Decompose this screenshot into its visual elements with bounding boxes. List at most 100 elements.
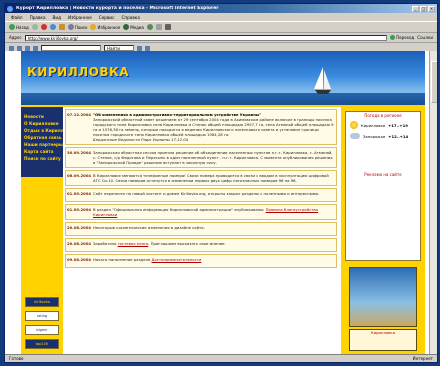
stop-icon [40, 24, 47, 30]
nav-feedback[interactable]: Обратная связь [24, 134, 62, 141]
menu-tools[interactable]: Сервис [99, 15, 115, 20]
home-button[interactable] [58, 24, 65, 30]
right-column: Погода в регионе Кирилловка +17..+19 Зап… [341, 107, 425, 356]
scrollbar-thumb[interactable] [431, 61, 437, 103]
counter-button-4[interactable]: top100 [25, 339, 59, 349]
address-label: Адрес [9, 35, 22, 40]
weather-row: Кирилловка +17..+19 [346, 119, 420, 131]
news-text: В Кирилловке меняются телефонные номера!… [93, 173, 329, 183]
toolbar-icon-1[interactable] [17, 45, 22, 51]
left-column: Новости О Кирилловке Отдых в Кирилловке … [21, 107, 75, 356]
news-text-tail: . Приглашаем высказать свое мнение. [148, 241, 226, 246]
counter-button-2[interactable]: rating [25, 311, 59, 321]
vertical-scrollbar[interactable] [429, 51, 437, 356]
ie-icon [7, 5, 13, 12]
news-date: 30.09.2004 [67, 150, 92, 155]
cloud-icon [350, 133, 360, 139]
counter-buttons: kirillovka rating bigmir top100 [25, 297, 59, 349]
mail-button[interactable] [155, 24, 162, 30]
menu-help[interactable]: Справка [121, 15, 139, 20]
nav-news[interactable]: Новости [24, 113, 60, 120]
news-date: 01.09.2004 [67, 207, 92, 212]
refresh-button[interactable] [49, 24, 56, 30]
status-zone: Интернет [412, 356, 433, 361]
media-button[interactable]: Медиа [123, 24, 144, 30]
weather-city: Запорожье [363, 133, 386, 139]
go-arrow-icon [390, 35, 396, 40]
news-item: 07.12.2004 "Об изменениях в администрати… [65, 109, 337, 145]
printer-icon [164, 24, 171, 30]
weather-city: Кирилловка [361, 122, 386, 128]
toolbar-icon-3[interactable] [33, 45, 38, 51]
news-list: 07.12.2004 "Об изменениях в администрати… [65, 109, 337, 270]
menu-view[interactable]: Вид [53, 15, 62, 20]
weather-value: +12..+14 [388, 133, 409, 139]
toolbar-icon-5[interactable] [145, 45, 150, 51]
site-logo[interactable]: КИРИЛЛОВКА [27, 65, 129, 79]
ad-caption[interactable]: Реклама на сайте [346, 171, 420, 178]
forward-button[interactable] [31, 24, 38, 30]
favorites-button[interactable]: Избранное [90, 24, 120, 30]
ad-banner-image[interactable] [349, 267, 417, 327]
news-text: Начато наполнение раздела [93, 257, 151, 262]
menu-edit[interactable]: Правка [30, 15, 46, 20]
news-item: 30.09.2004 Запорожская областная сессия … [65, 147, 337, 168]
browser-window: Курорт Кирилловка | Новости курорта и по… [4, 3, 438, 363]
close-button[interactable]: × [428, 5, 435, 12]
weather-header[interactable]: Погода в регионе [346, 112, 420, 119]
news-item: 09.08.2004 Начато наполнение раздела Дос… [65, 254, 337, 268]
news-item: 01.09.2004 В раздел "Официальная информа… [65, 204, 337, 220]
address-input[interactable]: http://www.kirillovka.org/ [24, 34, 388, 41]
toolbar-icon-4[interactable] [137, 45, 142, 51]
back-button[interactable]: Назад [9, 24, 29, 30]
nav-partners[interactable]: Наши партнеры [24, 141, 63, 148]
news-link[interactable]: гостевая книга [118, 241, 149, 246]
minimize-button[interactable]: _ [412, 5, 419, 12]
news-source: Бердянские Ведомости Рады Украины 17.12.… [93, 137, 189, 142]
title-bar: Курорт Кирилловка | Новости курорта и по… [5, 4, 437, 13]
menu-file[interactable]: Файл [11, 15, 23, 20]
window-title: Курорт Кирилловка | Новости курорта и по… [16, 6, 219, 11]
mail-icon [155, 24, 162, 30]
maximize-button[interactable]: □ [420, 5, 427, 12]
weather-row: Запорожье +12..+14 [346, 131, 420, 141]
refresh-icon [49, 24, 56, 30]
home-icon [58, 24, 65, 30]
address-bar: Адрес http://www.kirillovka.org/ Переход… [5, 33, 437, 43]
news-date: 07.12.2004 [67, 112, 92, 117]
status-bar: Готово Интернет [5, 354, 437, 362]
media-icon [123, 24, 130, 30]
site-banner: КИРИЛЛОВКА [21, 51, 425, 107]
search-button[interactable]: Поиск [67, 24, 87, 30]
go-button[interactable]: Переход [390, 35, 414, 40]
menu-favorites[interactable]: Избранное [68, 15, 92, 20]
weather-value: +17..+19 [388, 122, 408, 128]
weather-widget: Погода в регионе Кирилловка +17..+19 Зап… [345, 111, 421, 261]
ad-banner-text[interactable]: Кирилловка [349, 329, 417, 351]
nav-rest[interactable]: Отдых в Кирилловке [24, 127, 75, 134]
news-link[interactable]: Достопримечательности [152, 257, 202, 262]
news-text: Запорожский областной совет решением от … [93, 117, 334, 137]
sailboat-icon [314, 67, 331, 94]
standard-toolbar: Назад Поиск Избранное Медиа [5, 22, 437, 33]
news-date: 01.09.2004 [67, 191, 92, 196]
nav-about[interactable]: О Кирилловке [24, 120, 60, 127]
nav-sitemap[interactable]: Карта сайта [24, 148, 60, 155]
sun-icon [350, 121, 358, 129]
nav-search[interactable]: Поиск по сайту [24, 155, 61, 162]
print-button[interactable] [164, 24, 171, 30]
counter-button-3[interactable]: bigmir [25, 325, 59, 335]
status-text: Готово [9, 356, 24, 361]
page-viewport: КИРИЛЛОВКА Новости О Кирилловке Отдых в … [5, 51, 431, 356]
toolbar-icon-2[interactable] [25, 45, 30, 51]
counter-button-1[interactable]: kirillovka [25, 297, 59, 307]
news-date: 20.08.2004 [67, 225, 92, 230]
stop-button[interactable] [40, 24, 47, 30]
links-label[interactable]: Ссылки [417, 35, 433, 40]
news-item: 01.09.2004 Сайт перенесен на новый хости… [65, 188, 337, 202]
history-button[interactable] [146, 24, 153, 30]
news-text: Сайт перенесен на новый хостинг и домен … [93, 191, 320, 196]
news-text: Запорожская областная сессия приняла реш… [93, 150, 333, 165]
site-nav: Новости О Кирилловке Отдых в Кирилловке … [21, 107, 75, 177]
news-date: 06.09.2004 [67, 173, 92, 178]
